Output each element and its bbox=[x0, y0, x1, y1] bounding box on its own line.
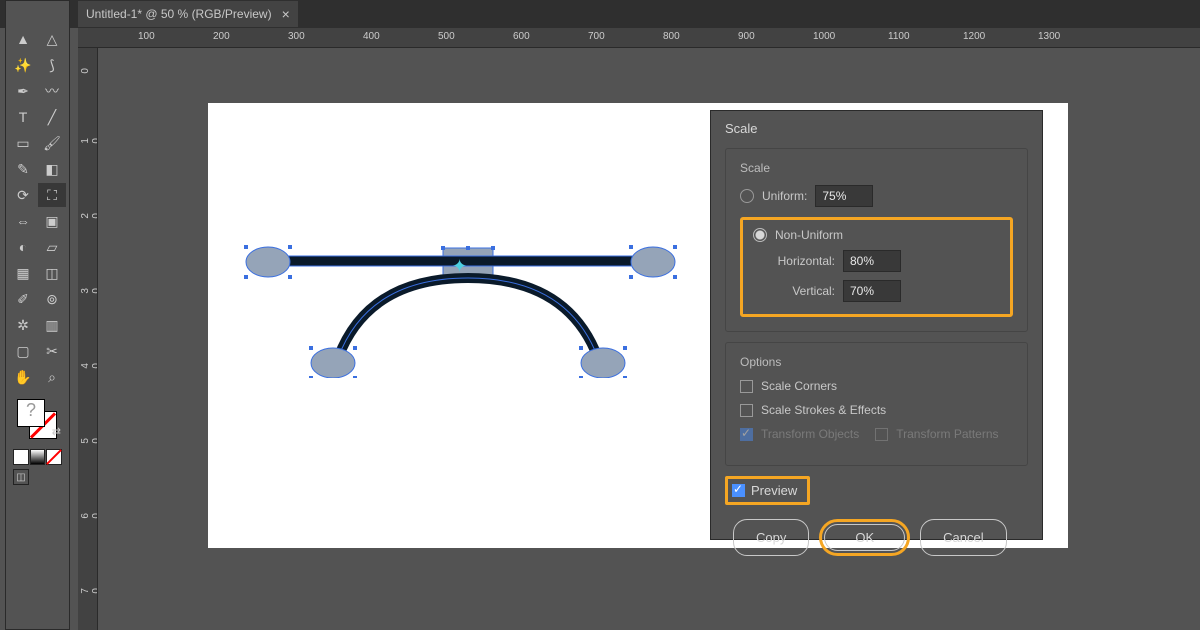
free-transform-tool[interactable]: ▣ bbox=[38, 209, 66, 233]
selection-tool[interactable]: ▲ bbox=[9, 27, 37, 51]
horizontal-ruler: 100 200 300 400 500 600 700 800 900 1000… bbox=[78, 28, 1200, 48]
dialog-title: Scale bbox=[711, 111, 1042, 146]
ok-button[interactable]: OK bbox=[824, 524, 905, 551]
cancel-button[interactable]: Cancel bbox=[920, 519, 1006, 556]
nonuniform-radio[interactable] bbox=[753, 228, 767, 242]
hand-tool[interactable]: ✋ bbox=[9, 365, 37, 389]
scale-dialog: Scale Scale Uniform: Non-Uniform Horizon… bbox=[710, 110, 1043, 540]
horizontal-label: Horizontal: bbox=[767, 254, 835, 268]
paintbrush-tool[interactable]: 🖌 bbox=[38, 131, 66, 155]
transform-patterns-label: Transform Patterns bbox=[896, 427, 998, 441]
eyedropper-tool[interactable]: ✐ bbox=[9, 287, 37, 311]
close-tab-icon[interactable]: × bbox=[282, 6, 290, 22]
scale-section-label: Scale bbox=[740, 161, 1013, 175]
rectangle-tool[interactable]: ▭ bbox=[9, 131, 37, 155]
rotate-tool[interactable]: ⟳ bbox=[9, 183, 37, 207]
dialog-button-row: Copy OK Cancel bbox=[725, 519, 1028, 556]
color-mode-boxes bbox=[13, 449, 62, 465]
curvature-tool[interactable]: 〰 bbox=[38, 79, 66, 103]
gradient-box[interactable] bbox=[30, 449, 46, 465]
blend-tool[interactable]: ⊚ bbox=[38, 287, 66, 311]
nonuniform-radio-row[interactable]: Non-Uniform bbox=[753, 228, 1000, 242]
vertical-input[interactable] bbox=[843, 280, 901, 302]
shaper-tool[interactable]: ✎ bbox=[9, 157, 37, 181]
document-tab-title: Untitled-1* @ 50 % (RGB/Preview) bbox=[86, 7, 272, 21]
nonuniform-label: Non-Uniform bbox=[775, 228, 843, 242]
transform-objects-row: Transform Objects Transform Patterns bbox=[740, 427, 1013, 441]
pen-tool[interactable]: ✒ bbox=[9, 79, 37, 103]
nonuniform-highlight: Non-Uniform Horizontal: Vertical: bbox=[740, 217, 1013, 317]
uniform-label: Uniform: bbox=[762, 189, 807, 203]
options-group: Options Scale Corners Scale Strokes & Ef… bbox=[725, 342, 1028, 466]
vertical-label: Vertical: bbox=[767, 284, 835, 298]
uniform-radio-row[interactable]: Uniform: bbox=[740, 185, 1013, 207]
preview-highlight: Preview bbox=[725, 476, 810, 505]
transform-objects-label: Transform Objects bbox=[761, 427, 859, 441]
mesh-tool[interactable]: ▦ bbox=[9, 261, 37, 285]
selected-artwork[interactable]: ✦ bbox=[228, 148, 678, 378]
preview-checkbox[interactable] bbox=[732, 484, 745, 497]
scale-strokes-row[interactable]: Scale Strokes & Effects bbox=[740, 403, 1013, 417]
fill-stroke-swatch: ? ⇄ bbox=[17, 399, 57, 439]
graph-tool[interactable]: ▥ bbox=[38, 313, 66, 337]
lasso-tool[interactable]: ⟆ bbox=[38, 53, 66, 77]
scale-group: Scale Uniform: Non-Uniform Horizontal: V… bbox=[725, 148, 1028, 332]
tool-panel: ▲△ ✨⟆ ✒〰 T╱ ▭🖌 ✎◧ ⟳⛶ ⇔▣ ◐▱ ▦◫ ✐⊚ ✲▥ ▢✂ ✋… bbox=[5, 0, 70, 630]
options-section-label: Options bbox=[740, 355, 1013, 369]
swap-fill-stroke-icon[interactable]: ⇄ bbox=[52, 425, 61, 438]
copy-button[interactable]: Copy bbox=[733, 519, 809, 556]
scale-corners-row[interactable]: Scale Corners bbox=[740, 379, 1013, 393]
zoom-tool[interactable]: ⌕ bbox=[38, 365, 66, 389]
scale-corners-label: Scale Corners bbox=[761, 379, 837, 393]
preview-label: Preview bbox=[751, 483, 797, 498]
document-tab[interactable]: Untitled-1* @ 50 % (RGB/Preview) × bbox=[78, 1, 298, 27]
watermark: © clippingpathretouching Inc. bbox=[318, 387, 551, 440]
slice-tool[interactable]: ✂ bbox=[38, 339, 66, 363]
type-tool[interactable]: T bbox=[9, 105, 37, 129]
shape-builder-tool[interactable]: ◐ bbox=[9, 235, 37, 259]
perspective-tool[interactable]: ▱ bbox=[38, 235, 66, 259]
draw-mode-box[interactable]: ◫ bbox=[13, 469, 29, 485]
tab-bar: Untitled-1* @ 50 % (RGB/Preview) × bbox=[0, 0, 1200, 28]
symbol-sprayer-tool[interactable]: ✲ bbox=[9, 313, 37, 337]
uniform-radio[interactable] bbox=[740, 189, 754, 203]
eraser-tool[interactable]: ◧ bbox=[38, 157, 66, 181]
scale-strokes-label: Scale Strokes & Effects bbox=[761, 403, 886, 417]
scale-tool[interactable]: ⛶ bbox=[38, 183, 66, 207]
ok-highlight: OK bbox=[819, 519, 910, 556]
line-tool[interactable]: ╱ bbox=[38, 105, 66, 129]
transform-origin-icon: ✦ bbox=[452, 256, 467, 277]
transform-patterns-checkbox bbox=[875, 428, 888, 441]
none-box[interactable] bbox=[46, 449, 62, 465]
transform-objects-checkbox bbox=[740, 428, 753, 441]
magic-wand-tool[interactable]: ✨ bbox=[9, 53, 37, 77]
vertical-ruler: 0 100 200 300 400 500 600 700 bbox=[78, 48, 98, 630]
artboard-tool[interactable]: ▢ bbox=[9, 339, 37, 363]
scale-strokes-checkbox[interactable] bbox=[740, 404, 753, 417]
gradient-tool[interactable]: ◫ bbox=[38, 261, 66, 285]
color-box[interactable] bbox=[13, 449, 29, 465]
direct-selection-tool[interactable]: △ bbox=[38, 27, 66, 51]
scale-corners-checkbox[interactable] bbox=[740, 380, 753, 393]
width-tool[interactable]: ⇔ bbox=[9, 209, 37, 233]
uniform-input[interactable] bbox=[815, 185, 873, 207]
fill-swatch[interactable]: ? bbox=[17, 399, 45, 427]
horizontal-input[interactable] bbox=[843, 250, 901, 272]
